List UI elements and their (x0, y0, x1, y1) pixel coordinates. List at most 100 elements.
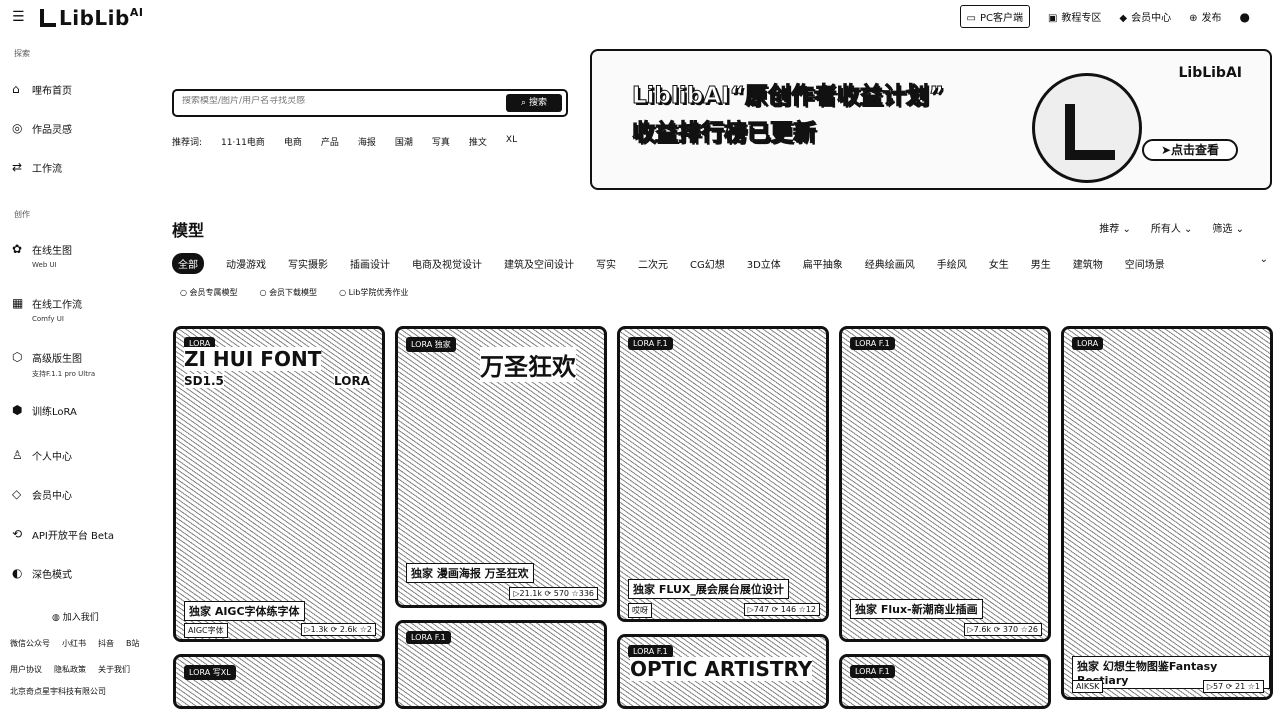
model-card[interactable]: LORA F.1 (839, 654, 1051, 709)
category-tab[interactable]: 动漫游戏 (226, 256, 266, 271)
upload-icon: ⊕ (1189, 13, 1198, 24)
category-tab[interactable]: 空间场景 (1125, 256, 1165, 271)
rec-word[interactable]: 电商 (284, 135, 302, 148)
card-badge: LORA F.1 (628, 337, 673, 350)
rec-word[interactable]: 产品 (321, 135, 339, 148)
sidebar-item-api[interactable]: ⟲ API开放平台 Beta (12, 527, 114, 542)
avatar[interactable]: ● (1240, 10, 1250, 24)
radio-icon: ○ (180, 288, 190, 297)
model-card[interactable]: LORA F.1 独家 FLUX_展会展台展位设计 哎呀 ▷747 ⟳ 146 … (617, 326, 829, 622)
category-tab[interactable]: 写实摄影 (288, 256, 328, 271)
category-tab[interactable]: 手绘风 (937, 256, 967, 271)
logo[interactable]: LibLibAI (40, 6, 143, 30)
card-art-text: OPTIC ARTISTRY (630, 657, 813, 681)
pc-client-button[interactable]: ▭ PC客户端 (959, 5, 1030, 28)
card-badge: LORA 写XL (184, 665, 236, 680)
coin-logo-icon (1032, 73, 1142, 183)
category-tab[interactable]: 扁平抽象 (803, 256, 843, 271)
filter-lib-academy[interactable]: ○ Lib学院优秀作业 (339, 287, 408, 298)
category-tab[interactable]: 女生 (989, 256, 1009, 271)
banner-cta-button[interactable]: ➤点击查看 (1142, 139, 1238, 161)
card-author[interactable]: 哎呀 (628, 603, 652, 618)
sidebar-item-home[interactable]: ⌂ 哩布首页 (12, 82, 72, 97)
sidebar-item-workflow[interactable]: ⇄ 工作流 (12, 160, 62, 175)
card-art-text: SD1.5 (184, 374, 224, 388)
category-tab[interactable]: 男生 (1031, 256, 1051, 271)
card-badge: LORA F.1 (406, 631, 451, 644)
footer-link[interactable]: 微信公众号 (10, 638, 50, 649)
book-icon: ▣ (1047, 13, 1058, 24)
rec-word[interactable]: 11·11电商 (221, 135, 265, 148)
cursor-icon: ➤ (1160, 143, 1172, 157)
tutorials-link[interactable]: ▣ 教程专区 (1048, 9, 1101, 24)
rec-word[interactable]: 写真 (432, 135, 450, 148)
footer-link[interactable]: 关于我们 (98, 664, 130, 675)
filter-button[interactable]: 筛选 ⌄ (1212, 220, 1244, 235)
publish-button[interactable]: ⊕ 发布 (1189, 9, 1221, 24)
search-box: ⌕ 搜索 (172, 89, 568, 117)
banner-line1: LiblibAI“原创作者收益计划” (632, 83, 945, 110)
section-create-label: 创作 (14, 210, 30, 219)
card-author[interactable]: AIGC字体 (184, 623, 228, 638)
category-tab[interactable]: CG幻想 (690, 256, 725, 271)
tab-all[interactable]: 全部 (172, 253, 204, 274)
rec-word[interactable]: 国潮 (395, 135, 413, 148)
card-title: 独家 Flux-新潮商业插画 (850, 599, 983, 619)
sort-recommend[interactable]: 推荐 ⌄ (1099, 220, 1131, 235)
model-card[interactable]: LORA F.1 OPTIC ARTISTRY (617, 634, 829, 709)
category-tab[interactable]: 建筑物 (1073, 256, 1103, 271)
footer-link[interactable]: 用户协议 (10, 664, 42, 675)
footer-link[interactable]: 隐私政策 (54, 664, 86, 675)
expand-categories-icon[interactable]: ⌄ (1260, 254, 1268, 265)
footer-link[interactable]: 抖音 (98, 638, 114, 649)
sidebar-item-train-lora[interactable]: ⬢ 训练LoRA (12, 403, 77, 418)
footer-link[interactable]: 小红书 (62, 638, 86, 649)
moon-icon: ◐ (12, 566, 23, 580)
top-nav: ▭ PC客户端 ▣ 教程专区 ◆ 会员中心 ⊕ 发布 ● (959, 5, 1250, 28)
category-tab[interactable]: 写实 (596, 256, 616, 271)
category-tab[interactable]: 建筑及空间设计 (504, 256, 574, 271)
card-image (620, 329, 826, 619)
category-tab[interactable]: 插画设计 (350, 256, 390, 271)
model-card[interactable]: LORA 独家 万圣狂欢 独家 漫画海报 万圣狂欢 ▷21.1k ⟳ 570 ☆… (395, 326, 607, 608)
sidebar-item-inspiration[interactable]: ◎ 作品灵感 (12, 121, 72, 136)
join-us-link[interactable]: ◍ 加入我们 (52, 610, 99, 623)
card-art-text: 万圣狂欢 (480, 347, 576, 382)
model-card[interactable]: LORA F.1 独家 Flux-新潮商业插画 ▷7.6k ⟳ 370 ☆26 (839, 326, 1051, 642)
models-title: 模型 (172, 221, 205, 240)
rec-word[interactable]: 海报 (358, 135, 376, 148)
model-card[interactable]: LORA 独家 幻想生物图鉴Fantasy Bestiary AIKSK ▷57… (1061, 326, 1273, 700)
model-card[interactable]: LORA 写XL (173, 654, 385, 709)
model-card[interactable]: LORA F.1 (395, 620, 607, 709)
card-author[interactable]: AIKSK (1072, 680, 1104, 693)
category-tab[interactable]: 3D立体 (747, 256, 781, 271)
menu-icon[interactable]: ☰ (12, 9, 25, 25)
sidebar-item-membership[interactable]: ◇ 会员中心 (12, 487, 72, 502)
sidebar-item-profile[interactable]: ♙ 个人中心 (12, 448, 72, 463)
sidebar-item-dark-mode[interactable]: ◐ 深色模式 (12, 566, 72, 581)
card-title: 独家 AIGC字体练字体 (184, 601, 305, 621)
search-input[interactable] (182, 96, 482, 106)
filter-member-download[interactable]: ○ 会员下载模型 (260, 287, 318, 298)
sort-owner[interactable]: 所有人 ⌄ (1151, 220, 1193, 235)
card-title: 独家 漫画海报 万圣狂欢 (406, 563, 534, 583)
sidebar-item-comfyui[interactable]: ▦ 在线工作流 Comfy UI (12, 296, 82, 323)
category-tab[interactable]: 电商及视觉设计 (412, 256, 482, 271)
sidebar-item-advanced[interactable]: ⬡ 高级版生图 支持F.1.1 pro Ultra (12, 350, 95, 379)
card-stats: ▷57 ⟳ 21 ☆1 (1202, 680, 1264, 693)
footer-link[interactable]: B站 (126, 638, 140, 649)
model-card[interactable]: LORA ZI HUI FONT SD1.5 LORA 独家 AIGC字体练字体… (173, 326, 385, 642)
sidebar-item-webui[interactable]: ✿ 在线生图 Web UI (12, 242, 72, 269)
membership-link[interactable]: ◆ 会员中心 (1119, 9, 1171, 24)
promo-banner[interactable]: LiblibAI“原创作者收益计划” 收益排行榜已更新 LibLibAI ➤点击… (590, 49, 1272, 190)
search-button[interactable]: ⌕ 搜索 (506, 94, 562, 112)
rec-word[interactable]: 推文 (469, 135, 487, 148)
card-title: 独家 FLUX_展会展台展位设计 (628, 579, 789, 599)
category-tab[interactable]: 经典绘画风 (865, 256, 915, 271)
card-stats: ▷7.6k ⟳ 370 ☆26 (963, 623, 1042, 636)
footer-legal: 用户协议 隐私政策 关于我们 (10, 664, 130, 675)
category-tab[interactable]: 二次元 (638, 256, 668, 271)
rec-word[interactable]: XL (506, 135, 517, 148)
filter-member-exclusive[interactable]: ○ 会员专属模型 (180, 287, 238, 298)
workflow-icon: ⇄ (12, 160, 23, 174)
